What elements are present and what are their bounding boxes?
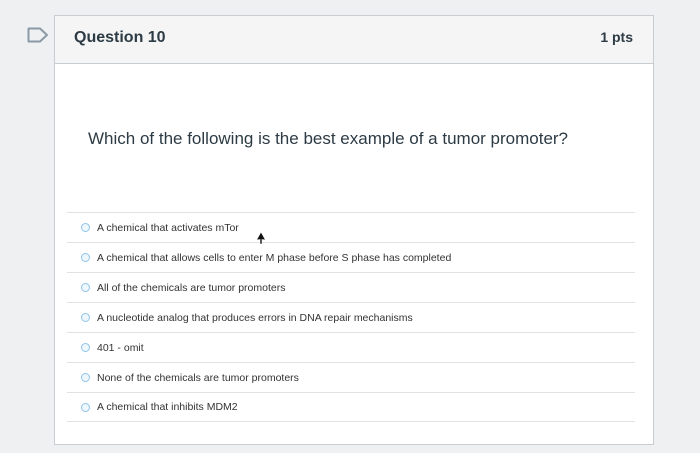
answer-option[interactable]: A chemical that inhibits MDM2	[67, 392, 635, 422]
answer-option[interactable]: All of the chemicals are tumor promoters	[67, 272, 635, 302]
answer-label[interactable]: A chemical that allows cells to enter M …	[97, 252, 451, 264]
answer-label[interactable]: A nucleotide analog that produces errors…	[97, 312, 413, 324]
answer-option[interactable]: A nucleotide analog that produces errors…	[67, 302, 635, 332]
answer-label[interactable]: None of the chemicals are tumor promoter…	[97, 372, 299, 384]
answer-label[interactable]: 401 - omit	[97, 342, 144, 354]
radio-button[interactable]	[81, 402, 90, 412]
question-card: Question 10 1 pts Which of the following…	[54, 15, 654, 445]
answer-option[interactable]: A chemical that allows cells to enter M …	[67, 242, 635, 272]
radio-button[interactable]	[81, 313, 90, 322]
answer-label[interactable]: A chemical that inhibits MDM2	[97, 401, 238, 413]
answer-option[interactable]: None of the chemicals are tumor promoter…	[67, 362, 635, 392]
radio-button[interactable]	[81, 283, 90, 292]
mouse-cursor-icon	[255, 231, 267, 245]
answer-label[interactable]: A chemical that activates mTor	[97, 222, 239, 234]
radio-button[interactable]	[81, 373, 90, 382]
question-points: 1 pts	[600, 29, 633, 45]
radio-button[interactable]	[81, 223, 90, 232]
answer-option[interactable]: A chemical that activates mTor	[67, 212, 635, 242]
radio-button[interactable]	[81, 343, 90, 352]
question-title: Question 10	[74, 29, 166, 46]
answer-list: A chemical that activates mTor A chemica…	[67, 212, 635, 422]
radio-button[interactable]	[81, 253, 90, 262]
answer-option[interactable]: 401 - omit	[67, 332, 635, 362]
question-text: Which of the following is the best examp…	[88, 129, 569, 148]
flag-question-icon[interactable]	[27, 27, 49, 43]
question-header: Question 10 1 pts	[55, 16, 653, 64]
answer-label[interactable]: All of the chemicals are tumor promoters	[97, 282, 286, 294]
